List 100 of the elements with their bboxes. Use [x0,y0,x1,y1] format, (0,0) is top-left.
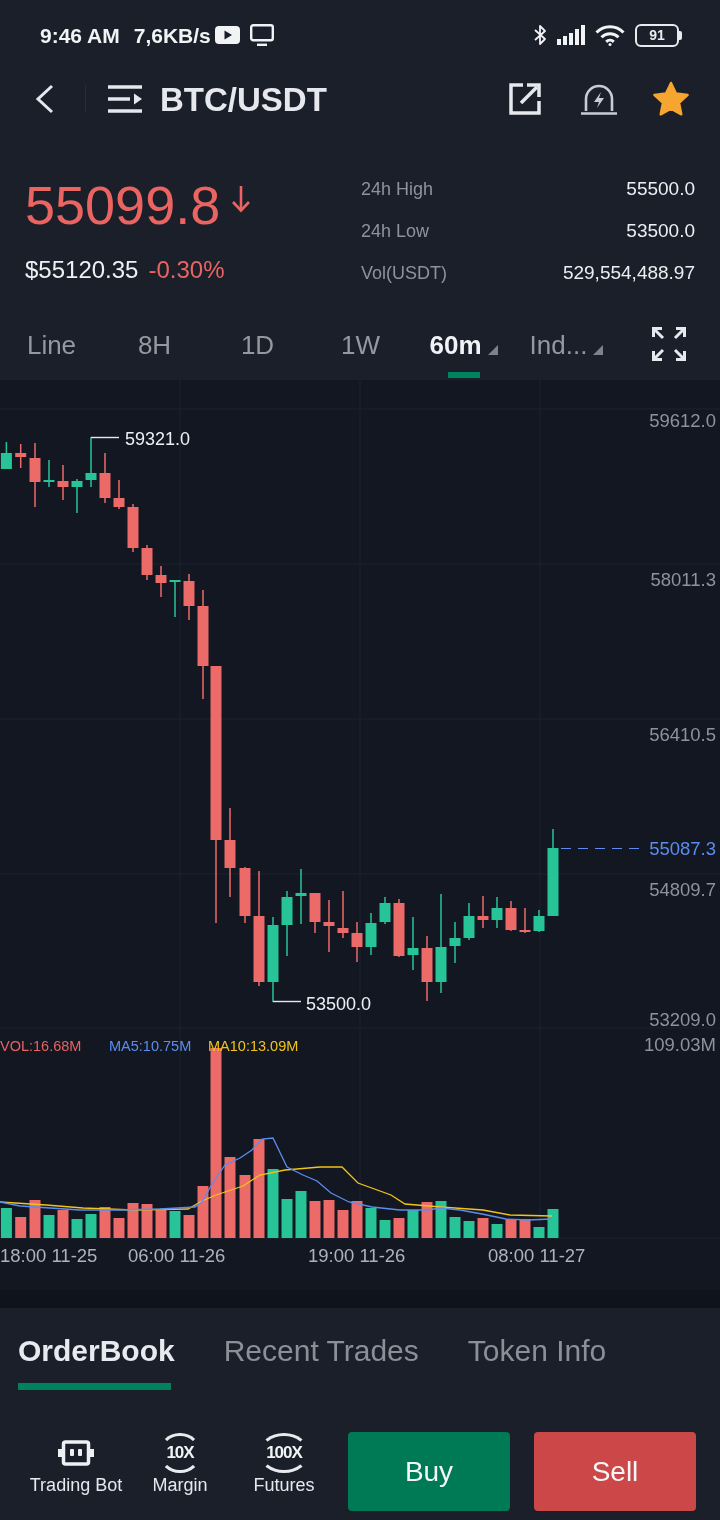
volume-bar [477,1218,489,1238]
feature-button[interactable]: Trading Bot [18,1432,134,1511]
rising-candle [407,917,419,970]
volume-bar [239,1175,251,1238]
falling-candle [183,574,195,620]
falling-candle [141,545,153,580]
volume-bar [267,1169,279,1238]
high-price-label: 59321.0 [125,428,191,449]
stat-value: 53500.0 [626,218,695,243]
interval-tab[interactable]: Line [0,318,103,380]
rising-candle [169,580,181,617]
battery-indicator: 91 [635,23,682,47]
time-axis-label: 19:00 11-26 [308,1245,406,1266]
section-tab[interactable]: Token Info [467,1334,607,1390]
falling-candle [477,896,489,928]
volume-bar [113,1218,125,1238]
volume-bar [127,1203,139,1238]
time-axis-label: 06:00 11-26 [128,1245,226,1266]
feature-button[interactable]: 100X Futures [226,1432,342,1511]
interval-tab[interactable]: 1W [309,318,412,380]
volume-bar [141,1204,153,1238]
rising-candle [365,913,377,955]
volume-bar [337,1210,349,1238]
volume-bar [0,1208,12,1238]
volume-bar [15,1217,27,1238]
price-change: -0.30% [148,255,225,285]
stat-value: 55500.0 [626,176,695,201]
back-icon[interactable] [35,84,55,114]
falling-candle [99,453,111,503]
falling-candle [337,891,349,938]
last-price: 55099.8 [25,175,221,235]
rising-candle [295,869,307,924]
section-tab[interactable]: OrderBook [18,1334,175,1390]
share-icon[interactable] [507,81,543,117]
falling-candle [29,443,41,507]
stat-value: 529,554,488.97 [562,260,695,285]
bluetooth-icon [533,23,547,47]
buy-button[interactable]: Buy [348,1432,510,1511]
alert-icon[interactable] [580,83,618,115]
volume-bar [169,1211,181,1238]
rising-candle [281,891,293,956]
price-axis-label: 58011.3 [650,569,716,590]
star-icon[interactable] [652,81,690,117]
price-axis-label: 54809.7 [649,879,716,900]
time-axis-label: 18:00 11-25 [0,1245,98,1266]
falling-candle [15,444,27,468]
volume-bar [379,1220,391,1238]
volume-axis-label: 109.03M [644,1034,716,1055]
clock-time: 9:46 AM [40,24,120,46]
volume-bar [449,1217,461,1238]
volume-bar [323,1200,335,1238]
falling-candle [519,908,531,933]
volume-bar [435,1201,447,1238]
legend-label: MA10:13.09M [208,1037,299,1054]
leader-line [272,1000,302,1003]
volume-bar [281,1199,293,1238]
interval-tab[interactable]: Ind... [515,318,618,380]
rising-candle [71,479,83,513]
section-tab[interactable]: Recent Trades [223,1334,419,1390]
interval-tab[interactable]: 1D [206,318,309,380]
rising-candle [533,910,545,932]
wifi-icon [595,24,625,46]
rising-candle [0,442,12,469]
rising-candle [463,903,475,940]
falling-candle [309,893,321,933]
interval-tab[interactable]: 60m [412,318,515,380]
falling-candle [393,899,405,957]
last-price-label: 55087.3 [649,837,716,859]
volume-bar [295,1191,307,1238]
volume-bar [183,1215,195,1238]
rising-candle [85,437,97,487]
falling-candle [421,936,433,1001]
robot-icon [58,1439,94,1467]
interval-tab[interactable]: 8H [103,318,206,380]
volume-bar [351,1201,363,1238]
sell-button[interactable]: Sell [534,1432,696,1511]
falling-candle [239,867,251,923]
fiat-price: $55120.35 [25,255,139,285]
legend-label: MA5:10.75M [109,1037,192,1054]
play-icon [214,26,240,44]
falling-candle [113,480,125,509]
falling-candle [155,566,167,597]
leverage-badge: 10X [159,1433,201,1473]
volume-bar [407,1210,419,1238]
falling-candle [127,504,139,552]
menu-icon[interactable] [108,85,142,113]
volume-bar [463,1221,475,1238]
stat-label: 24h High [361,177,434,201]
feature-button[interactable]: 10X Margin [134,1432,226,1511]
monitor-icon [249,24,274,46]
volume-bar [519,1219,531,1238]
volume-bar [547,1209,559,1238]
falling-candle [351,922,363,962]
price-axis-label: 59612.0 [649,410,716,431]
volume-bar [99,1207,111,1238]
rising-candle [43,460,55,487]
rising-candle [449,922,461,963]
falling-candle [57,465,69,500]
fullscreen-icon[interactable] [652,327,686,361]
stat-label: 24h Low [361,219,430,243]
